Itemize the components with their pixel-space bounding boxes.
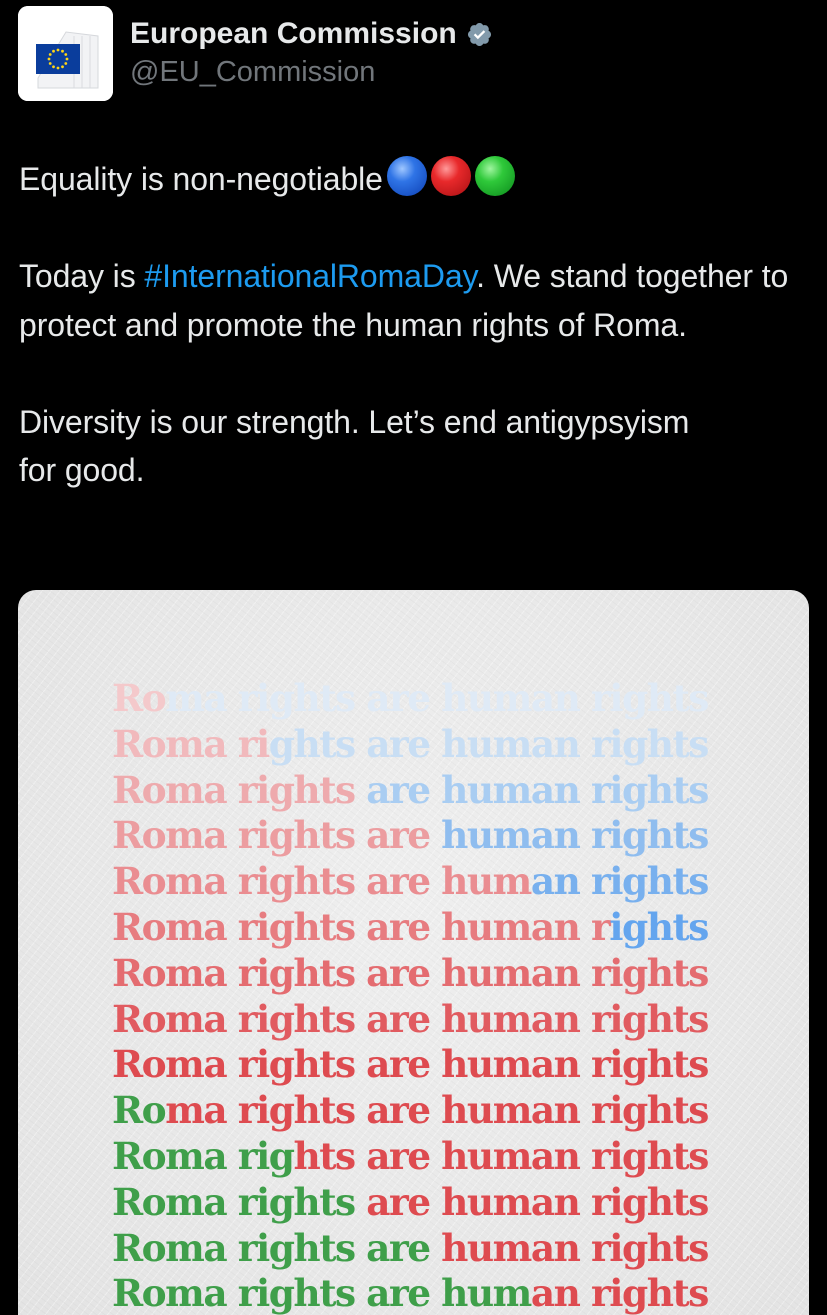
green-circle-icon — [474, 156, 515, 196]
poster-line: Roma rights are human rights — [112, 767, 709, 814]
emoji-group — [386, 156, 515, 196]
hashtag-link[interactable]: #InternationalRomaDay — [144, 258, 476, 294]
poster-line: Roma rights are human rights — [112, 1271, 710, 1315]
poster-line-segment: an rights — [530, 859, 710, 904]
poster-text: Roma rights are human rights Roma rights … — [112, 676, 710, 1315]
tweet-paragraph-3: Diversity is our strength. Let’s end ant… — [19, 398, 699, 495]
poster-line-segment: Roma ri — [112, 721, 270, 766]
tweet-text: Equality is non-negotiable Today is #Int… — [19, 155, 819, 495]
poster-line: Roma rights are human rights — [112, 1042, 709, 1088]
poster-line-segment: Roma rights are hum — [112, 859, 532, 904]
poster-line-segment: Roma rights are — [112, 1225, 442, 1270]
red-circle-icon — [430, 156, 471, 196]
poster-line: Roma rights are human rights — [112, 904, 709, 951]
poster-line-segment: Roma rights — [112, 767, 367, 812]
tweet-paragraph-2-prefix: Today is — [19, 258, 145, 294]
tweet-image[interactable]: Roma rights are human rights Roma rights … — [18, 590, 809, 1315]
poster-line-segment: hts are human rights — [293, 1133, 709, 1178]
poster-line: Roma rights are human rights — [112, 1179, 709, 1226]
name-row: European Commission — [130, 16, 493, 52]
blue-circle-icon — [386, 156, 427, 196]
poster-line-segment: Ro — [112, 676, 167, 720]
poster-line-segment: an rights — [530, 1271, 710, 1315]
poster-line: Roma rights are human rights — [112, 1088, 709, 1134]
poster-line-segment: Roma rights are — [112, 813, 442, 858]
poster-line: Roma rights are human rights — [112, 996, 709, 1043]
poster-line-segment: are human rights — [366, 767, 709, 812]
tweet-header: European Commission @EU_Commission — [18, 6, 808, 102]
tweet-paragraph-3-text: Diversity is our strength. Let’s end ant… — [19, 403, 690, 489]
poster-line-segment: Roma rig — [112, 1133, 295, 1178]
poster-line: Roma rights are human rights — [112, 1225, 709, 1272]
poster-line: Roma rights are human rights — [112, 1133, 709, 1180]
poster-line-segment: Ro — [112, 1088, 167, 1133]
poster-line-segment: Roma rights are human rights — [112, 950, 709, 995]
poster-line-segment: Roma rights are hum — [112, 1271, 532, 1315]
poster-line-segment: Roma rights — [112, 1179, 367, 1224]
poster-line: Roma rights are human rights — [112, 950, 709, 997]
tweet-paragraph-2: Today is #InternationalRomaDay. We stand… — [19, 252, 809, 349]
tweet-line-1: Equality is non-negotiable — [19, 155, 819, 204]
verified-badge-icon[interactable] — [466, 21, 493, 48]
poster-line: Roma rights are human rights — [112, 721, 710, 768]
poster-line: Roma rights are human rights — [112, 859, 710, 905]
poster-line-segment: ma rights are human rights — [165, 1088, 709, 1133]
poster-line-segment: are human rights — [366, 1179, 709, 1224]
poster-line-segment: human rights — [441, 813, 709, 858]
tweet-line-1-text: Equality is non-negotiable — [19, 161, 383, 197]
poster-line-segment: Roma rights are human rights — [112, 996, 709, 1041]
poster-line-segment: Roma rights are human rights — [112, 1042, 709, 1087]
avatar[interactable] — [18, 6, 113, 101]
poster-line-segment: human rights — [441, 1225, 709, 1270]
poster-line: Roma rights are human rights — [112, 676, 709, 722]
user-handle[interactable]: @EU_Commission — [130, 56, 375, 89]
eu-flag-icon — [18, 6, 113, 101]
poster-line-segment: ghts are human rights — [268, 721, 710, 766]
poster-line-segment: Roma rights are human r — [112, 904, 611, 949]
poster-line-segment: ma rights are human rights — [165, 676, 709, 720]
poster-line-segment: ights — [609, 904, 709, 949]
display-name[interactable]: European Commission — [130, 17, 457, 51]
poster-line: Roma rights are human rights — [112, 813, 709, 859]
